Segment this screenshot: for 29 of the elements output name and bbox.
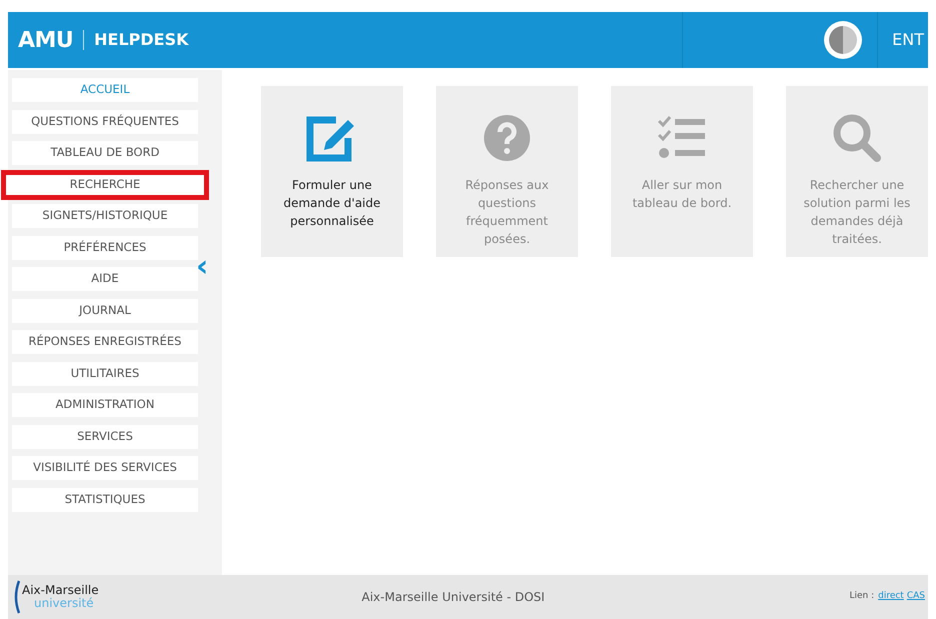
sidebar-item[interactable]: UTILITAIRES [12, 362, 198, 386]
sidebar-item[interactable]: RÉPONSES ENREGISTRÉES [12, 330, 198, 354]
footer-logo-subtext: université [33, 597, 95, 610]
sidebar-item[interactable]: RECHERCHE [4, 172, 206, 196]
bracket-icon [12, 580, 20, 614]
sidebar-item[interactable]: VISIBILITÉ DES SERVICES [12, 456, 198, 480]
app-title: HELPDESK [94, 29, 189, 51]
sidebar-item[interactable]: SERVICES [12, 424, 198, 448]
card-text: Rechercher une solution parmi les demandes déjà traitées. [802, 177, 912, 248]
help-icon [483, 114, 531, 162]
action-card[interactable]: Formuler une demande d'aide personnalisée [261, 86, 403, 257]
card-text: Formuler une demande d'aide personnalisée [282, 177, 382, 230]
card-text: Aller sur mon tableau de bord. [631, 177, 733, 212]
avatar-icon[interactable] [823, 20, 864, 60]
logo: AMU [18, 26, 74, 54]
footer-logo-text: Aix-Marseille [22, 584, 99, 597]
sidebar-item[interactable]: ADMINISTRATION [12, 393, 198, 417]
sidebar-item[interactable]: JOURNAL [12, 298, 198, 322]
sidebar-item[interactable]: PRÉFÉRENCES [12, 236, 198, 260]
sidebar-item[interactable]: AIDE [12, 267, 198, 291]
sidebar-item[interactable]: QUESTIONS FRÉQUENTES [12, 110, 198, 134]
link-label: Lien : [849, 590, 874, 604]
sidebar-item[interactable]: SIGNETS/HISTORIQUE [12, 204, 198, 228]
footer-text: Aix-Marseille Université - DOSI [362, 589, 545, 606]
search-icon [832, 113, 882, 163]
sidebar-item[interactable]: STATISTIQUES [12, 488, 198, 512]
sidebar-item[interactable]: TABLEAU DE BORD [12, 141, 198, 165]
card-text: Réponses aux questions fréquemment posées. [464, 177, 550, 248]
checklist-icon [657, 115, 707, 161]
